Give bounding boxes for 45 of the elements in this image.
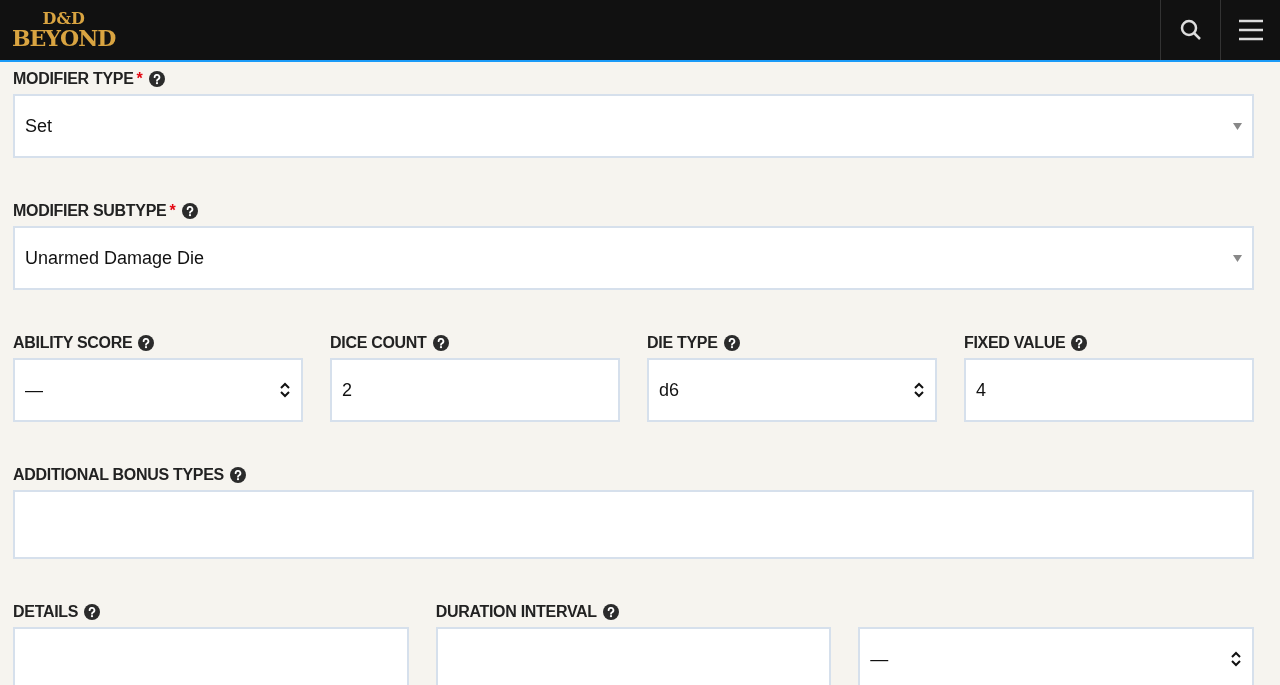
select-field[interactable]: — bbox=[858, 627, 1254, 685]
help-icon[interactable] bbox=[723, 335, 740, 351]
required-asterisk: * bbox=[136, 69, 143, 89]
field-value: — bbox=[870, 647, 889, 671]
menu-icon bbox=[1237, 19, 1264, 41]
help-icon[interactable] bbox=[84, 604, 101, 620]
dropdown-arrow-icon bbox=[1233, 122, 1242, 130]
field-label: MODIFIER TYPE bbox=[13, 69, 134, 89]
required-asterisk: * bbox=[169, 201, 176, 221]
field-value: — bbox=[25, 378, 43, 402]
help-icon[interactable] bbox=[181, 203, 198, 219]
select-field[interactable]: d6 bbox=[647, 358, 937, 422]
field-value: Unarmed Damage Die bbox=[25, 246, 205, 270]
tags-input-field[interactable] bbox=[13, 490, 1254, 559]
updown-chevron-icon bbox=[279, 382, 291, 398]
help-icon[interactable] bbox=[602, 604, 619, 620]
updown-chevron-icon bbox=[1230, 651, 1242, 667]
field-value: d6 bbox=[659, 378, 680, 402]
logo-bottom-text: BEYOND bbox=[12, 27, 116, 49]
input-field[interactable]: 2 bbox=[330, 358, 620, 422]
logo[interactable]: D&D BEYOND bbox=[0, 0, 116, 60]
input-field[interactable] bbox=[435, 627, 832, 685]
dropdown-field[interactable]: Set bbox=[13, 94, 1254, 158]
input-field[interactable]: 4 bbox=[964, 358, 1254, 422]
field-label: FIXED VALUE bbox=[964, 333, 1066, 353]
field-label: MODIFIER SUBTYPE bbox=[13, 201, 167, 221]
field-label: DURATION INTERVAL bbox=[435, 602, 597, 622]
select-field[interactable]: — bbox=[13, 358, 303, 422]
dropdown-arrow-icon bbox=[1233, 254, 1242, 262]
field-value: Set bbox=[25, 114, 53, 138]
help-icon[interactable] bbox=[138, 335, 155, 351]
help-icon[interactable] bbox=[229, 467, 246, 483]
help-icon[interactable] bbox=[432, 335, 449, 351]
field-label: ABILITY SCORE bbox=[13, 333, 133, 353]
logo-top-text: D&D bbox=[42, 11, 85, 27]
updown-chevron-icon bbox=[913, 382, 925, 398]
dropdown-field[interactable]: Unarmed Damage Die bbox=[13, 226, 1254, 290]
field-label: DICE COUNT bbox=[330, 333, 427, 353]
input-field[interactable] bbox=[13, 627, 409, 685]
field-label: ADDITIONAL BONUS TYPES bbox=[13, 465, 224, 485]
search-icon bbox=[1178, 18, 1203, 42]
field-label: DETAILS bbox=[13, 602, 79, 622]
help-icon[interactable] bbox=[1071, 335, 1088, 351]
help-icon[interactable] bbox=[148, 71, 165, 87]
field-label: DIE TYPE bbox=[647, 333, 718, 353]
